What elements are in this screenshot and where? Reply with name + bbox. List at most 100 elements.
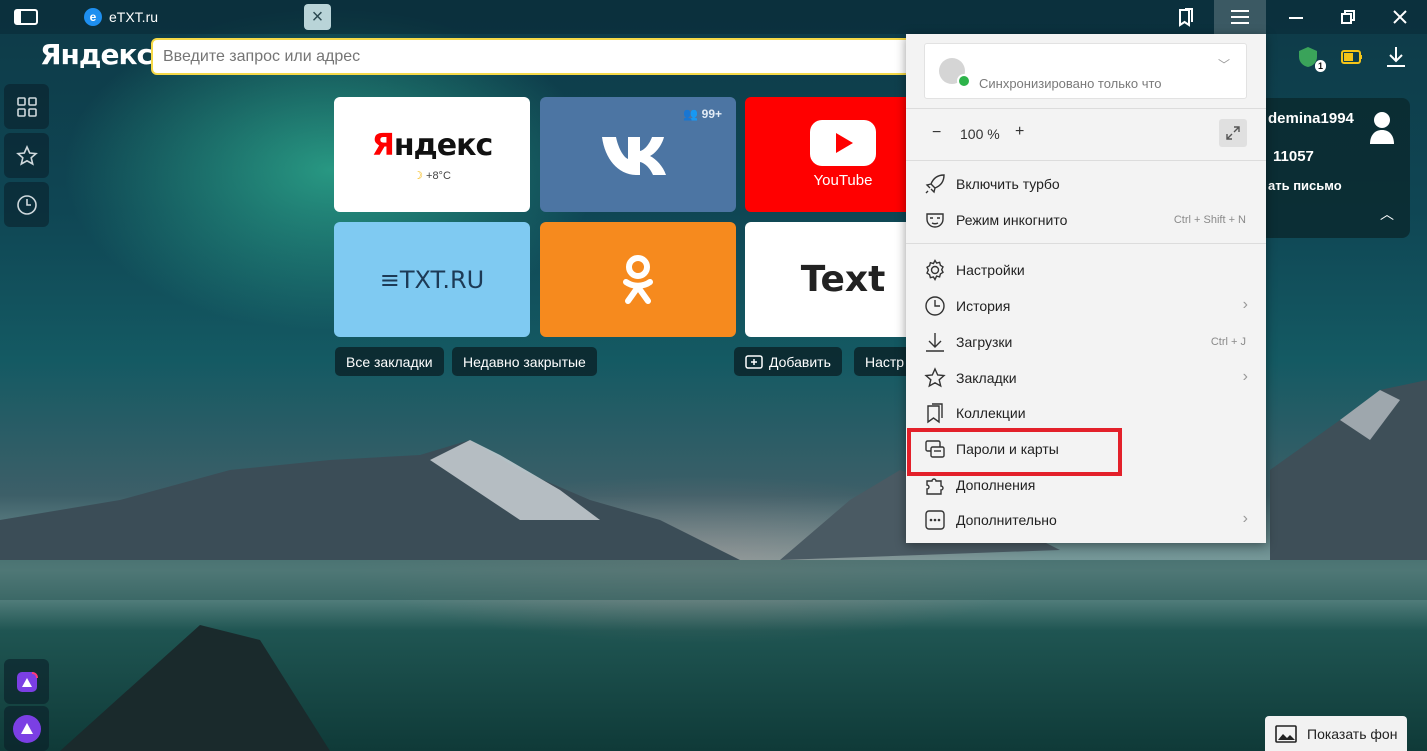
address-bar[interactable] <box>151 38 931 75</box>
menu-item-extensions[interactable]: Дополнения <box>906 467 1266 503</box>
menu-item-downloads[interactable]: Загрузки Ctrl + J <box>906 324 1266 360</box>
menu-item-label: Режим инкогнито <box>956 212 1068 228</box>
tabs-panel-icon[interactable] <box>14 8 38 26</box>
main-menu: Синхронизировано только что ﹀ − 100 % + … <box>906 34 1266 543</box>
tile-vk[interactable]: 👥 99+ <box>540 97 736 212</box>
collapse-chevron-icon[interactable]: ︿ <box>1380 204 1394 224</box>
show-background-label: Показать фон <box>1307 725 1398 742</box>
menu-item-label: История <box>956 298 1011 314</box>
restore-icon[interactable] <box>1322 0 1374 34</box>
menu-item-incognito[interactable]: Режим инкогнито Ctrl + Shift + N <box>906 202 1266 238</box>
menu-item-label: Закладки <box>956 370 1017 386</box>
odnoklassniki-logo-icon <box>623 254 653 304</box>
youtube-play-icon <box>810 120 876 166</box>
sync-account-card[interactable]: Синхронизировано только что ﹀ <box>924 43 1247 99</box>
bookmark-manager-icon[interactable] <box>1160 0 1212 34</box>
yandex-logo[interactable]: Яндекс <box>40 38 153 71</box>
search-input[interactable] <box>163 48 919 66</box>
close-window-icon[interactable] <box>1374 0 1426 34</box>
battery-saver-icon[interactable] <box>1336 42 1368 72</box>
collections-icon <box>927 403 943 424</box>
yandex-tile-logo: Яндекс <box>371 127 494 163</box>
zoom-row: − 100 % + <box>906 112 1266 156</box>
menu-item-label: Включить турбо <box>956 176 1060 192</box>
menu-item-collections[interactable]: Коллекции <box>906 395 1266 431</box>
menu-item-label: Коллекции <box>956 405 1026 421</box>
services-grid-icon[interactable] <box>4 84 49 129</box>
menu-item-more[interactable]: Дополнительно › <box>906 502 1266 538</box>
more-dots-icon <box>925 510 945 530</box>
clock-icon <box>925 296 945 316</box>
etxt-e-icon: ≡ <box>379 265 400 294</box>
menu-item-label: Дополнительно <box>956 512 1057 528</box>
write-letter-link[interactable]: ать письмо <box>1268 178 1408 193</box>
image-icon <box>1275 724 1297 743</box>
menu-item-bookmarks[interactable]: Закладки › <box>906 360 1266 396</box>
menu-item-turbo[interactable]: Включить турбо <box>906 166 1266 202</box>
alice-assistant-icon[interactable] <box>4 706 49 751</box>
incognito-mask-icon <box>926 213 944 228</box>
divider <box>906 160 1266 161</box>
chevron-down-icon[interactable]: ﹀ <box>1218 56 1230 73</box>
menu-item-settings[interactable]: Настройки <box>906 252 1266 288</box>
extension-badge: 1 <box>1314 60 1326 72</box>
friends-icon: 👥 <box>683 107 699 121</box>
add-icon <box>745 354 763 369</box>
all-bookmarks-button[interactable]: Все закладки <box>335 347 444 376</box>
protect-shield-icon[interactable]: 1 <box>1292 42 1326 72</box>
alice-shortcut-icon[interactable] <box>4 659 49 704</box>
fullscreen-icon[interactable] <box>1219 119 1247 147</box>
add-label: Добавить <box>769 353 831 370</box>
tile-yandex[interactable]: Яндекс ☽ +8°C <box>334 97 530 212</box>
tile-odnoklassniki[interactable] <box>540 222 736 337</box>
divider <box>906 108 1266 109</box>
tab-title: eTXT.ru <box>109 9 159 25</box>
sync-status: Синхронизировано только что <box>979 76 1162 91</box>
divider <box>906 243 1266 244</box>
zoom-out-button[interactable]: − <box>932 124 941 142</box>
menu-item-shortcut: Ctrl + J <box>1210 336 1246 348</box>
zoom-level: 100 % <box>960 126 1000 142</box>
show-background-button[interactable]: Показать фон <box>1265 716 1407 751</box>
zoom-in-button[interactable]: + <box>1015 123 1024 141</box>
menu-item-label: Пароли и карты <box>956 441 1059 457</box>
add-tile-button[interactable]: Добавить <box>734 347 842 376</box>
chevron-right-icon: › <box>1242 296 1248 313</box>
menu-item-shortcut: Ctrl + Shift + N <box>1173 214 1246 226</box>
text-tile-logo: Text <box>800 259 886 300</box>
key-card-icon <box>925 440 945 458</box>
moon-icon: ☽ <box>413 169 423 182</box>
tab-etxt[interactable]: e eTXT.ru <box>70 0 298 34</box>
star-icon <box>924 367 946 388</box>
tile-etxt[interactable]: ≡TXT.RU <box>334 222 530 337</box>
etxt-logo: ≡TXT.RU <box>379 265 485 294</box>
recently-closed-button[interactable]: Недавно закрытые <box>452 347 597 376</box>
minimize-icon[interactable] <box>1270 0 1322 34</box>
gear-icon <box>926 259 944 281</box>
chevron-right-icon: › <box>1242 368 1248 385</box>
tab-close-icon[interactable]: × <box>304 4 331 30</box>
puzzle-icon <box>926 478 944 495</box>
mail-widget[interactable]: demina1994 11057 ать письмо ︿ <box>1260 98 1410 238</box>
menu-item-label: Настройки <box>956 262 1025 278</box>
menu-item-history[interactable]: История › <box>906 288 1266 324</box>
youtube-label: YouTube <box>813 172 873 189</box>
vk-notification-counter: 👥 99+ <box>683 107 722 121</box>
weather-widget: ☽ +8°C <box>413 169 451 182</box>
bookmarks-star-icon[interactable] <box>4 133 49 178</box>
history-clock-icon[interactable] <box>4 182 49 227</box>
download-icon <box>926 333 944 352</box>
downloads-icon[interactable] <box>1380 42 1412 72</box>
menu-item-passwords[interactable]: Пароли и карты <box>906 431 1266 467</box>
menu-hamburger-icon[interactable] <box>1214 0 1266 34</box>
chevron-right-icon: › <box>1242 510 1248 527</box>
menu-item-label: Дополнения <box>956 477 1036 493</box>
sync-check-icon <box>957 74 971 88</box>
rocket-icon <box>925 174 945 194</box>
etxt-favicon-icon: e <box>84 8 102 26</box>
vk-logo-icon <box>602 136 666 175</box>
mail-unread-count: 11057 <box>1273 148 1314 165</box>
mail-username: demina1994 <box>1268 110 1354 127</box>
user-avatar-icon <box>1368 110 1396 149</box>
tab-bar: e eTXT.ru × <box>0 0 1427 34</box>
